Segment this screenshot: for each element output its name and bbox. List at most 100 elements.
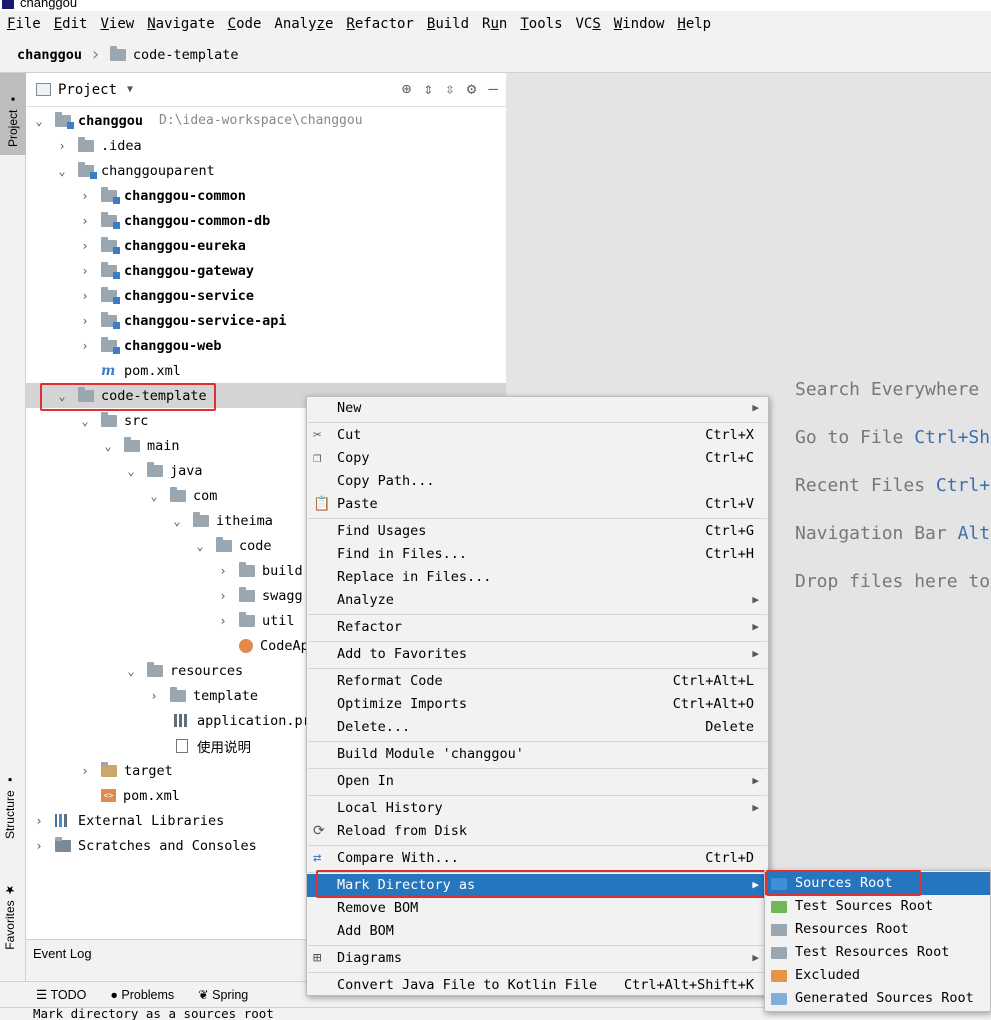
copy-icon: ❐ bbox=[313, 450, 322, 466]
menu-bar: File Edit View Navigate Code Analyze Ref… bbox=[0, 11, 991, 37]
menu-file[interactable]: File bbox=[0, 16, 47, 32]
submenu-item-test-resources-root[interactable]: Test Resources Root bbox=[765, 941, 990, 964]
menu-item-compare-with[interactable]: ⇄ Compare With... Ctrl+D bbox=[307, 847, 768, 870]
structure-tool-tab[interactable]: Structure ▪ bbox=[3, 773, 17, 839]
menu-tools[interactable]: Tools bbox=[513, 16, 568, 32]
tree-item-module[interactable]: › changgou-eureka bbox=[26, 233, 506, 258]
editor-hint: Search Everywhere bbox=[795, 379, 980, 400]
expand-all-icon[interactable]: ⇕ bbox=[423, 79, 433, 98]
tree-item-changgou[interactable]: ⌄ changgou D:\idea-workspace\changgou bbox=[26, 108, 506, 133]
menu-item-new[interactable]: New ▶ bbox=[307, 397, 768, 420]
menu-item-add-bom[interactable]: Add BOM bbox=[307, 920, 768, 943]
tree-item-module[interactable]: › changgou-service-api bbox=[26, 308, 506, 333]
chevron-right-icon[interactable]: › bbox=[78, 764, 92, 778]
tree-item-module[interactable]: › changgou-gateway bbox=[26, 258, 506, 283]
chevron-down-icon[interactable]: ⌄ bbox=[55, 164, 69, 178]
tree-item-changgouparent[interactable]: ⌄ changgouparent bbox=[26, 158, 506, 183]
folder-icon bbox=[101, 411, 117, 427]
folder-icon bbox=[239, 586, 255, 602]
menu-item-paste[interactable]: 📋 Paste Ctrl+V bbox=[307, 493, 768, 516]
chevron-right-icon[interactable]: › bbox=[55, 139, 69, 153]
chevron-right-icon[interactable]: › bbox=[78, 239, 92, 253]
menu-code[interactable]: Code bbox=[221, 16, 268, 32]
folder-icon bbox=[147, 661, 163, 677]
breadcrumb-project[interactable]: changgou bbox=[17, 47, 82, 63]
menu-item-reload-from-disk[interactable]: ⟳ Reload from Disk bbox=[307, 820, 768, 843]
menu-refactor[interactable]: Refactor bbox=[339, 16, 419, 32]
tree-item-module[interactable]: › changgou-common-db bbox=[26, 208, 506, 233]
menu-item-cut[interactable]: ✂ Cut Ctrl+X bbox=[307, 424, 768, 447]
chevron-right-icon[interactable]: › bbox=[78, 289, 92, 303]
chevron-right-icon[interactable]: › bbox=[78, 189, 92, 203]
chevron-right-icon[interactable]: › bbox=[216, 614, 230, 628]
menu-run[interactable]: Run bbox=[475, 16, 513, 32]
menu-item-refactor[interactable]: Refactor ▶ bbox=[307, 616, 768, 639]
menu-window[interactable]: Window bbox=[607, 16, 671, 32]
project-tool-tab[interactable]: Project ▪ bbox=[0, 73, 26, 155]
menu-item-diagrams[interactable]: ⊞ Diagrams ▶ bbox=[307, 947, 768, 970]
menu-edit[interactable]: Edit bbox=[47, 16, 94, 32]
breadcrumb-folder[interactable]: code-template bbox=[133, 47, 239, 63]
chevron-right-icon[interactable]: › bbox=[32, 814, 46, 828]
menu-item-convert-to-kotlin[interactable]: Convert Java File to Kotlin File Ctrl+Alt… bbox=[307, 974, 768, 997]
submenu-item-excluded[interactable]: Excluded bbox=[765, 964, 990, 987]
tree-item-module[interactable]: › changgou-web bbox=[26, 333, 506, 358]
menu-item-delete[interactable]: Delete... Delete bbox=[307, 716, 768, 739]
hide-icon[interactable]: — bbox=[488, 79, 498, 98]
menu-item-add-to-favorites[interactable]: Add to Favorites ▶ bbox=[307, 643, 768, 666]
submenu-item-generated-sources-root[interactable]: Generated Sources Root bbox=[765, 987, 990, 1010]
chevron-right-icon[interactable]: › bbox=[216, 564, 230, 578]
chevron-down-icon[interactable]: ⌄ bbox=[124, 464, 138, 478]
tree-item-module[interactable]: › changgou-common bbox=[26, 183, 506, 208]
editor-hint: Go to File Ctrl+Sh bbox=[795, 427, 991, 448]
chevron-down-icon[interactable]: ▼ bbox=[127, 84, 133, 95]
event-log-label[interactable]: Event Log bbox=[33, 946, 92, 961]
chevron-down-icon[interactable]: ⌄ bbox=[32, 114, 46, 128]
menu-view[interactable]: View bbox=[93, 16, 140, 32]
chevron-right-icon[interactable]: › bbox=[78, 214, 92, 228]
menu-item-open-in[interactable]: Open In ▶ bbox=[307, 770, 768, 793]
menu-analyze[interactable]: Analyze bbox=[267, 16, 339, 32]
chevron-down-icon[interactable]: ⌄ bbox=[193, 539, 207, 553]
menu-item-copy-path[interactable]: Copy Path... bbox=[307, 470, 768, 493]
menu-item-replace-in-files[interactable]: Replace in Files... bbox=[307, 566, 768, 589]
menu-build[interactable]: Build bbox=[420, 16, 475, 32]
chevron-right-icon[interactable]: › bbox=[32, 839, 46, 853]
menu-navigate[interactable]: Navigate bbox=[140, 16, 220, 32]
tree-item-pom[interactable]: m pom.xml bbox=[26, 358, 506, 383]
tree-item-module[interactable]: › changgou-service bbox=[26, 283, 506, 308]
menu-item-analyze[interactable]: Analyze ▶ bbox=[307, 589, 768, 612]
panel-title[interactable]: Project bbox=[58, 82, 117, 98]
menu-divider bbox=[308, 641, 767, 642]
chevron-right-icon[interactable]: › bbox=[216, 589, 230, 603]
menu-item-reformat-code[interactable]: Reformat Code Ctrl+Alt+L bbox=[307, 670, 768, 693]
favorites-tool-tab[interactable]: Favorites ★ bbox=[3, 883, 17, 950]
tree-item-idea[interactable]: › .idea bbox=[26, 133, 506, 158]
chevron-down-icon[interactable]: ⌄ bbox=[78, 414, 92, 428]
menu-vcs[interactable]: VCS bbox=[569, 16, 607, 32]
chevron-down-icon[interactable]: ⌄ bbox=[124, 664, 138, 678]
chevron-down-icon[interactable]: ⌄ bbox=[101, 439, 115, 453]
menu-item-optimize-imports[interactable]: Optimize Imports Ctrl+Alt+O bbox=[307, 693, 768, 716]
collapse-all-icon[interactable]: ⇳ bbox=[445, 79, 455, 98]
locate-icon[interactable]: ⊕ bbox=[402, 79, 412, 98]
menu-item-copy[interactable]: ❐ Copy Ctrl+C bbox=[307, 447, 768, 470]
submenu-item-resources-root[interactable]: Resources Root bbox=[765, 918, 990, 941]
menu-item-remove-bom[interactable]: Remove BOM bbox=[307, 897, 768, 920]
chevron-right-icon[interactable]: › bbox=[78, 339, 92, 353]
chevron-down-icon[interactable]: ⌄ bbox=[147, 489, 161, 503]
chevron-right-icon[interactable]: › bbox=[78, 264, 92, 278]
chevron-right-icon[interactable]: › bbox=[78, 314, 92, 328]
problems-tab[interactable]: ● Problems bbox=[110, 988, 174, 1002]
submenu-item-test-sources-root[interactable]: Test Sources Root bbox=[765, 895, 990, 918]
gear-icon[interactable]: ⚙ bbox=[467, 79, 477, 98]
chevron-right-icon[interactable]: › bbox=[147, 689, 161, 703]
todo-tab[interactable]: ☰ TODO bbox=[36, 987, 86, 1002]
menu-help[interactable]: Help bbox=[670, 16, 717, 32]
menu-item-local-history[interactable]: Local History ▶ bbox=[307, 797, 768, 820]
menu-item-build-module[interactable]: Build Module 'changgou' bbox=[307, 743, 768, 766]
menu-item-find-in-files[interactable]: Find in Files... Ctrl+H bbox=[307, 543, 768, 566]
menu-item-find-usages[interactable]: Find Usages Ctrl+G bbox=[307, 520, 768, 543]
chevron-down-icon[interactable]: ⌄ bbox=[170, 514, 184, 528]
spring-tab[interactable]: ❦ Spring bbox=[198, 987, 248, 1002]
